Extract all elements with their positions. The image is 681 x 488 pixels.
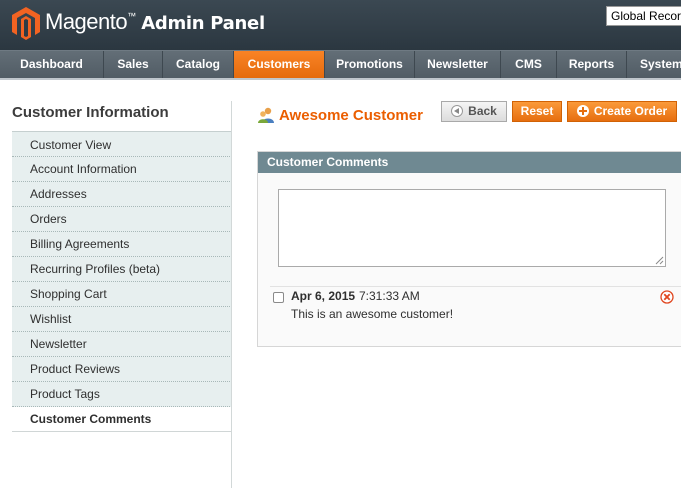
nav-item-system[interactable]: System bbox=[627, 51, 681, 78]
sidebar-item-newsletter[interactable]: Newsletter bbox=[12, 332, 232, 357]
comments-section-title: Customer Comments bbox=[258, 152, 681, 173]
comment-date: Apr 6, 2015 bbox=[291, 289, 356, 303]
sidebar-item-product-reviews[interactable]: Product Reviews bbox=[12, 357, 232, 382]
nav-item-dashboard[interactable]: Dashboard bbox=[0, 51, 104, 78]
comment-divider bbox=[270, 286, 681, 287]
sidebar-item-addresses[interactable]: Addresses bbox=[12, 182, 232, 207]
nav-item-catalog[interactable]: Catalog bbox=[163, 51, 234, 78]
sidebar-item-wishlist[interactable]: Wishlist bbox=[12, 307, 232, 332]
logo-brand: Magento bbox=[45, 9, 128, 34]
nav-divider bbox=[0, 78, 681, 80]
logo-text[interactable]: Magento™ Admin Panel bbox=[45, 9, 265, 35]
sidebar-item-product-tags[interactable]: Product Tags bbox=[12, 382, 232, 407]
customer-tabs: Customer View Account Information Addres… bbox=[12, 131, 232, 432]
sidebar-item-account-information[interactable]: Account Information bbox=[12, 157, 232, 182]
plus-icon bbox=[576, 105, 589, 117]
resize-grip-icon[interactable] bbox=[655, 256, 664, 265]
logo-subtitle: Admin Panel bbox=[141, 13, 265, 34]
create-order-button[interactable]: Create Order bbox=[567, 101, 677, 122]
delete-comment-icon[interactable] bbox=[660, 290, 674, 304]
logo-trademark: ™ bbox=[127, 11, 136, 21]
nav-item-customers[interactable]: Customers bbox=[234, 51, 325, 78]
main-nav: Dashboard Sales Catalog Customers Promot… bbox=[0, 50, 681, 78]
comment-checkbox[interactable] bbox=[273, 292, 284, 303]
customer-icon bbox=[258, 107, 274, 123]
sidebar-divider bbox=[231, 101, 232, 488]
sidebar-title: Customer Information bbox=[12, 104, 169, 121]
nav-item-newsletter[interactable]: Newsletter bbox=[415, 51, 501, 78]
comment-input[interactable] bbox=[278, 189, 666, 267]
nav-item-cms[interactable]: CMS bbox=[501, 51, 557, 78]
customer-name-heading: Awesome Customer bbox=[279, 107, 423, 124]
back-button[interactable]: Back bbox=[441, 101, 507, 122]
nav-item-reports[interactable]: Reports bbox=[557, 51, 627, 78]
back-button-label: Back bbox=[468, 104, 497, 118]
sidebar-item-customer-comments[interactable]: Customer Comments bbox=[12, 407, 232, 432]
global-search-field[interactable]: Global Record Search bbox=[606, 6, 681, 26]
nav-item-promotions[interactable]: Promotions bbox=[325, 51, 415, 78]
magento-logo-icon[interactable] bbox=[11, 6, 41, 40]
sidebar-item-customer-view[interactable]: Customer View bbox=[12, 131, 232, 157]
comment-text: This is an awesome customer! bbox=[291, 307, 454, 321]
sidebar-item-recurring-profiles[interactable]: Recurring Profiles (beta) bbox=[12, 257, 232, 282]
create-order-label: Create Order bbox=[593, 104, 668, 118]
back-arrow-icon bbox=[451, 105, 464, 117]
sidebar-item-orders[interactable]: Orders bbox=[12, 207, 232, 232]
sidebar-item-shopping-cart[interactable]: Shopping Cart bbox=[12, 282, 232, 307]
nav-item-sales[interactable]: Sales bbox=[104, 51, 163, 78]
admin-header: Magento™ Admin Panel Global Record Searc… bbox=[0, 0, 681, 50]
reset-button[interactable]: Reset bbox=[512, 101, 562, 122]
sidebar-item-billing-agreements[interactable]: Billing Agreements bbox=[12, 232, 232, 257]
comment-time: 7:31:33 AM bbox=[359, 289, 420, 303]
